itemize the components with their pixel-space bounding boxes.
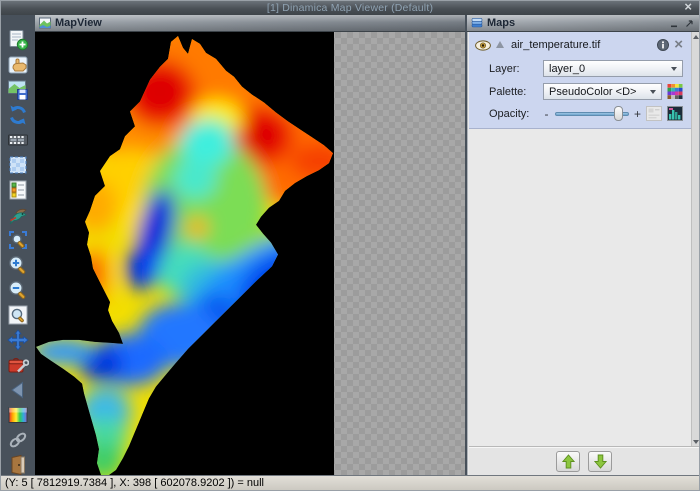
layer-filename: air_temperature.tif <box>509 39 652 51</box>
layer-select[interactable]: layer_0 <box>543 60 683 77</box>
mapview-header[interactable]: MapView <box>35 15 465 32</box>
scroll-up-icon[interactable] <box>692 32 700 41</box>
zoom-out-button[interactable] <box>6 278 30 302</box>
pan-button[interactable] <box>6 328 30 352</box>
legend-button[interactable] <box>6 178 30 202</box>
zoom-out-icon <box>7 279 29 301</box>
maps-scroll-area: air_temperature.tif × Layer: laye <box>469 32 691 446</box>
refresh-button[interactable] <box>6 103 30 127</box>
status-bar: (Y: 5 [ 7812919.7384 ], X: 398 [ 602078.… <box>1 475 699 490</box>
opacity-label: Opacity: <box>489 108 539 120</box>
histogram-icon[interactable] <box>667 106 683 121</box>
zoom-in-icon <box>7 254 29 276</box>
mapview-icon <box>39 17 51 29</box>
exit-door-button[interactable] <box>6 453 30 475</box>
new-map-button[interactable] <box>6 28 30 52</box>
maps-panel: Maps <box>467 15 699 475</box>
maps-float-button[interactable] <box>684 18 695 29</box>
raise-layer-button[interactable] <box>556 451 580 472</box>
window-title: [1] Dinamica Map Viewer (Default) <box>267 2 433 14</box>
link-button[interactable] <box>6 428 30 452</box>
opacity-decrease[interactable]: - <box>543 107 550 121</box>
legend-icon <box>7 179 29 201</box>
toolbox-icon <box>7 354 29 376</box>
coordinate-readout: (Y: 5 [ 7812919.7384 ], X: 398 [ 602078.… <box>5 477 264 489</box>
arrow-up-icon <box>562 454 575 469</box>
select-region-button[interactable] <box>6 153 30 177</box>
maps-layers-icon <box>471 17 483 29</box>
zoom-in-button[interactable] <box>6 253 30 277</box>
toolbox-button[interactable] <box>6 353 30 377</box>
map-canvas[interactable] <box>35 32 465 475</box>
main-area: MapView <box>1 15 699 475</box>
layer-label: Layer: <box>489 63 539 75</box>
layer-card: air_temperature.tif × Layer: laye <box>469 32 691 129</box>
maps-body: air_temperature.tif × Layer: laye <box>467 32 699 475</box>
zoom-box-button[interactable] <box>6 228 30 252</box>
maps-title: Maps <box>487 17 515 29</box>
visibility-eye-icon[interactable] <box>475 40 491 51</box>
refresh-icon <box>7 104 29 126</box>
palette-select-value: PseudoColor <D> <box>549 86 647 98</box>
new-map-icon <box>7 29 29 51</box>
link-icon <box>7 429 29 451</box>
film-strip-button[interactable] <box>6 128 30 152</box>
mapview-title: MapView <box>55 17 102 29</box>
arrow-down-icon <box>594 454 607 469</box>
pan-icon <box>7 329 29 351</box>
collapse-toggle-icon[interactable] <box>496 41 504 48</box>
opacity-increase[interactable]: + <box>634 107 641 121</box>
lower-layer-button[interactable] <box>588 451 612 472</box>
maps-scrollbar[interactable] <box>691 32 699 446</box>
maps-header[interactable]: Maps <box>467 15 699 32</box>
select-region-icon <box>7 154 29 176</box>
zoom-fit-icon <box>7 304 29 326</box>
app-window: [1] Dinamica Map Viewer (Default) × MapV… <box>0 0 700 491</box>
back-button[interactable] <box>6 378 30 402</box>
palette-label: Palette: <box>489 86 539 98</box>
raster-area[interactable] <box>35 32 334 475</box>
chevron-down-icon <box>650 90 656 94</box>
window-titlebar[interactable]: [1] Dinamica Map Viewer (Default) × <box>1 1 699 15</box>
back-icon <box>7 379 29 401</box>
window-close-button[interactable]: × <box>684 0 692 14</box>
layer-info-button[interactable] <box>657 39 669 51</box>
palette-icon <box>7 404 29 426</box>
palette-picker-icon[interactable] <box>667 84 683 99</box>
float-icon <box>685 19 694 28</box>
remove-layer-button[interactable]: × <box>674 39 683 51</box>
options-disabled-icon <box>646 106 662 121</box>
zoom-box-icon <box>7 229 29 251</box>
hand-pointer-button[interactable] <box>6 53 30 77</box>
maps-footer <box>469 446 699 475</box>
mapview-panel: MapView <box>35 15 465 475</box>
opacity-slider-handle[interactable] <box>614 106 623 121</box>
save-map-icon <box>7 79 29 101</box>
layer-select-value: layer_0 <box>549 63 668 75</box>
opacity-slider[interactable] <box>555 106 629 121</box>
zoom-fit-button[interactable] <box>6 303 30 327</box>
film-strip-icon <box>7 129 29 151</box>
exit-door-icon <box>7 454 29 475</box>
hummingbird-icon <box>7 204 29 226</box>
chevron-down-icon <box>671 67 677 71</box>
heatmap-image <box>35 32 334 475</box>
scroll-down-icon[interactable] <box>692 437 700 446</box>
palette-select[interactable]: PseudoColor <D> <box>543 83 662 100</box>
minimize-icon <box>670 19 679 28</box>
hand-pointer-icon <box>7 54 29 76</box>
palette-button[interactable] <box>6 403 30 427</box>
save-map-button[interactable] <box>6 78 30 102</box>
left-toolbar <box>1 15 35 475</box>
hummingbird-button[interactable] <box>6 203 30 227</box>
maps-minimize-button[interactable] <box>669 18 680 29</box>
